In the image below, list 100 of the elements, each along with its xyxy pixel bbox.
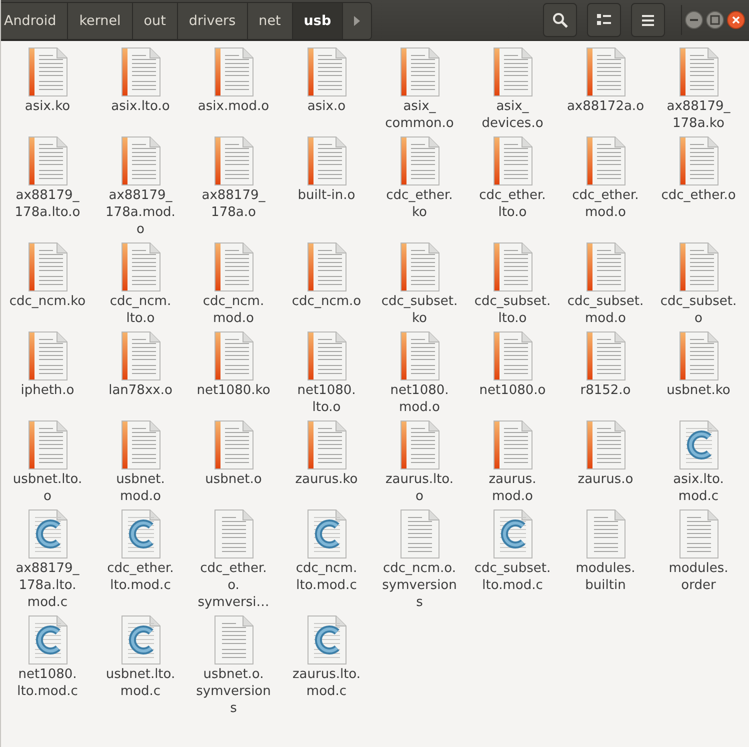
file-name[interactable]: cdc_subset. mod.o	[567, 293, 644, 327]
file-name[interactable]: cdc_ncm.o	[292, 293, 362, 310]
document-icon[interactable]	[678, 509, 720, 559]
document-icon[interactable]	[584, 242, 626, 292]
file-name[interactable]: cdc_ncm.ko	[9, 293, 86, 310]
scroll-right-button[interactable]	[343, 2, 372, 38]
document-icon[interactable]	[306, 331, 348, 381]
file-name[interactable]: net1080. lto.mod.c	[17, 666, 78, 700]
file-name[interactable]: asix.o	[307, 98, 346, 115]
file-name[interactable]: modules. builtin	[576, 560, 636, 594]
c-source-file-icon[interactable]	[26, 615, 68, 665]
c-source-file-icon[interactable]	[26, 509, 68, 559]
view-button[interactable]	[587, 3, 621, 37]
file-name[interactable]: cdc_subset. lto.o	[474, 293, 551, 327]
file-name[interactable]: usbnet.o	[205, 471, 262, 488]
file-name[interactable]: asix.ko	[24, 98, 70, 115]
document-icon[interactable]	[212, 331, 254, 381]
document-icon[interactable]	[678, 47, 720, 97]
file-name[interactable]: cdc_ether. o. symversi…	[198, 560, 270, 611]
document-icon[interactable]	[26, 331, 68, 381]
file-name[interactable]: ax88179_ 178a.lto. mod.c	[16, 560, 80, 611]
document-icon[interactable]	[492, 136, 534, 186]
file-name[interactable]: asix_ devices.o	[482, 98, 544, 132]
file-name[interactable]: lan78xx.o	[108, 382, 172, 399]
file-name[interactable]: usbnet.ko	[666, 382, 730, 399]
file-name[interactable]: cdc_ether. mod.o	[572, 187, 639, 221]
document-icon[interactable]	[26, 47, 68, 97]
file-name[interactable]: cdc_ether. ko	[386, 187, 453, 221]
path-button[interactable]: usb	[292, 2, 344, 38]
menu-button[interactable]	[631, 3, 665, 37]
document-icon[interactable]	[398, 509, 440, 559]
file-name[interactable]: net1080. lto.o	[297, 382, 356, 416]
file-name[interactable]: cdc_subset. o	[660, 293, 737, 327]
file-name[interactable]: built-in.o	[298, 187, 356, 204]
document-icon[interactable]	[212, 242, 254, 292]
document-icon[interactable]	[398, 47, 440, 97]
file-name[interactable]: zaurus.lto. o	[385, 471, 454, 505]
c-source-file-icon[interactable]	[120, 615, 162, 665]
document-icon[interactable]	[492, 420, 534, 470]
document-icon[interactable]	[26, 242, 68, 292]
file-name[interactable]: cdc_ncm. lto.o	[110, 293, 172, 327]
document-icon[interactable]	[584, 509, 626, 559]
c-source-file-icon[interactable]	[120, 509, 162, 559]
document-icon[interactable]	[584, 47, 626, 97]
file-name[interactable]: asix.lto.o	[111, 98, 170, 115]
c-source-file-icon[interactable]	[306, 509, 348, 559]
file-name[interactable]: cdc_ether. lto.o	[479, 187, 546, 221]
file-name[interactable]: usbnet.lto. o	[12, 471, 82, 505]
path-button[interactable]: Android	[1, 2, 68, 38]
file-name[interactable]: zaurus.o	[578, 471, 634, 488]
file-name[interactable]: zaurus. mod.o	[488, 471, 536, 505]
file-name[interactable]: ipheth.o	[20, 382, 74, 399]
c-source-file-icon[interactable]	[492, 509, 534, 559]
path-button[interactable]: kernel	[68, 2, 133, 38]
c-source-file-icon[interactable]	[678, 420, 720, 470]
document-icon[interactable]	[212, 420, 254, 470]
file-name[interactable]: ax88179_ 178a.mod. o	[106, 187, 176, 238]
file-name[interactable]: net1080.o	[479, 382, 546, 399]
document-icon[interactable]	[120, 420, 162, 470]
path-button[interactable]: drivers	[178, 2, 248, 38]
document-icon[interactable]	[306, 242, 348, 292]
document-icon[interactable]	[212, 615, 254, 665]
document-icon[interactable]	[306, 420, 348, 470]
file-name[interactable]: cdc_subset. lto.mod.c	[474, 560, 551, 594]
document-icon[interactable]	[120, 47, 162, 97]
document-icon[interactable]	[398, 331, 440, 381]
document-icon[interactable]	[584, 331, 626, 381]
document-icon[interactable]	[492, 47, 534, 97]
document-icon[interactable]	[306, 136, 348, 186]
document-icon[interactable]	[678, 136, 720, 186]
document-icon[interactable]	[678, 242, 720, 292]
document-icon[interactable]	[212, 509, 254, 559]
file-name[interactable]: usbnet. mod.o	[116, 471, 165, 505]
file-name[interactable]: cdc_ncm. mod.o	[202, 293, 264, 327]
path-button[interactable]: net	[248, 2, 293, 38]
document-icon[interactable]	[678, 331, 720, 381]
document-icon[interactable]	[120, 136, 162, 186]
document-icon[interactable]	[584, 136, 626, 186]
file-name[interactable]: ax88179_ 178a.lto.o	[14, 187, 80, 221]
document-icon[interactable]	[306, 47, 348, 97]
file-name[interactable]: ax88172a.o	[566, 98, 644, 115]
document-icon[interactable]	[398, 420, 440, 470]
c-source-file-icon[interactable]	[306, 615, 348, 665]
file-name[interactable]: asix.mod.o	[198, 98, 270, 115]
file-name[interactable]: cdc_ncm. lto.mod.c	[296, 560, 358, 594]
file-name[interactable]: ax88179_ 178a.o	[202, 187, 266, 221]
document-icon[interactable]	[212, 136, 254, 186]
file-name[interactable]: zaurus.ko	[295, 471, 358, 488]
document-icon[interactable]	[120, 242, 162, 292]
close-button[interactable]	[727, 11, 745, 29]
path-button[interactable]: out	[132, 2, 178, 38]
file-name[interactable]: net1080.ko	[196, 382, 270, 399]
document-icon[interactable]	[120, 331, 162, 381]
document-icon[interactable]	[492, 331, 534, 381]
file-name[interactable]: cdc_ether.o	[661, 187, 736, 204]
file-name[interactable]: asix_ common.o	[385, 98, 454, 132]
file-name[interactable]: ax88179_ 178a.ko	[666, 98, 730, 132]
document-icon[interactable]	[398, 242, 440, 292]
file-name[interactable]: r8152.o	[580, 382, 631, 399]
file-name[interactable]: cdc_ether. lto.mod.c	[107, 560, 174, 594]
